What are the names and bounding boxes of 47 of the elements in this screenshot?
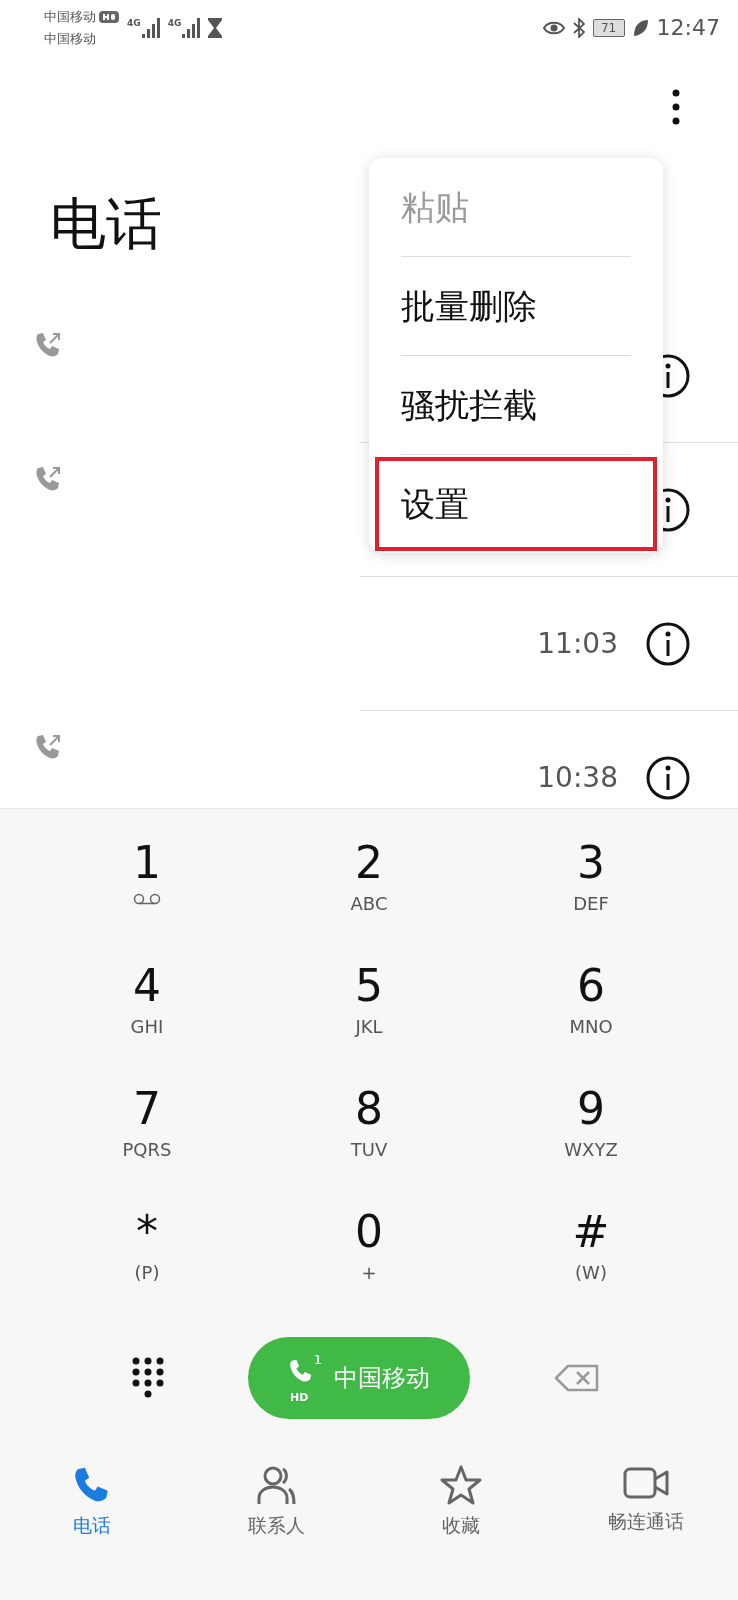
nav-tab[interactable]: 电话 bbox=[0, 1465, 185, 1553]
more-icon[interactable] bbox=[672, 89, 680, 125]
dial-key[interactable]: 0 + bbox=[258, 1206, 480, 1329]
dial-key[interactable]: 2 ABC bbox=[258, 837, 480, 960]
info-icon[interactable] bbox=[646, 755, 690, 800]
info-icon[interactable] bbox=[646, 621, 690, 666]
voicemail-icon bbox=[133, 893, 161, 905]
sim-number: 1 bbox=[313, 1352, 322, 1367]
dial-key[interactable]: # (W) bbox=[480, 1206, 702, 1329]
call-time: 11:03 bbox=[537, 627, 618, 660]
dial-key[interactable]: 5 JKL bbox=[258, 960, 480, 1083]
hd-label: HD bbox=[290, 1391, 309, 1404]
dial-key[interactable]: 8 TUV bbox=[258, 1083, 480, 1206]
menu-item[interactable]: 批量删除 bbox=[401, 257, 631, 356]
star-icon bbox=[440, 1465, 483, 1505]
menu-item[interactable]: 设置 bbox=[373, 455, 659, 553]
call-label: 中国移动 bbox=[334, 1363, 430, 1394]
nav-tab[interactable]: 畅连通话 bbox=[553, 1465, 738, 1553]
nav-tab[interactable]: 收藏 bbox=[369, 1465, 554, 1553]
eye-icon bbox=[542, 20, 565, 35]
network-type: 4G bbox=[127, 17, 141, 28]
signal-icon bbox=[182, 17, 201, 38]
network-type: 4G bbox=[167, 17, 182, 28]
clock: 12:47 bbox=[656, 15, 720, 40]
dial-key[interactable]: 6 MNO bbox=[480, 960, 702, 1083]
battery-icon: 71 bbox=[592, 18, 625, 37]
signal-icon bbox=[141, 17, 160, 38]
bluetooth-icon bbox=[572, 17, 585, 38]
phone-icon bbox=[288, 1358, 314, 1384]
dial-key[interactable]: 7 PQRS bbox=[36, 1083, 258, 1206]
carrier-name: 中国移动 bbox=[44, 7, 96, 26]
dial-key[interactable]: 1 bbox=[36, 837, 258, 960]
hourglass-icon bbox=[208, 17, 223, 38]
call-time: 10:38 bbox=[537, 761, 618, 794]
video-camera-icon bbox=[622, 1465, 669, 1501]
backspace-icon[interactable] bbox=[554, 1364, 600, 1392]
dial-key[interactable]: 4 GHI bbox=[36, 960, 258, 1083]
contacts-icon bbox=[255, 1465, 298, 1505]
nav-tab[interactable]: 联系人 bbox=[184, 1465, 369, 1553]
menu-item[interactable]: 骚扰拦截 bbox=[401, 356, 631, 455]
carrier-name: 中国移动 bbox=[44, 29, 96, 48]
dial-key[interactable]: 3 DEF bbox=[480, 837, 702, 960]
page-title: 电话 bbox=[50, 190, 162, 258]
dial-key[interactable]: 9 WXYZ bbox=[480, 1083, 702, 1206]
dial-key[interactable]: * (P) bbox=[36, 1206, 258, 1329]
leaf-icon bbox=[632, 18, 649, 37]
dialpad-icon[interactable] bbox=[132, 1357, 164, 1399]
